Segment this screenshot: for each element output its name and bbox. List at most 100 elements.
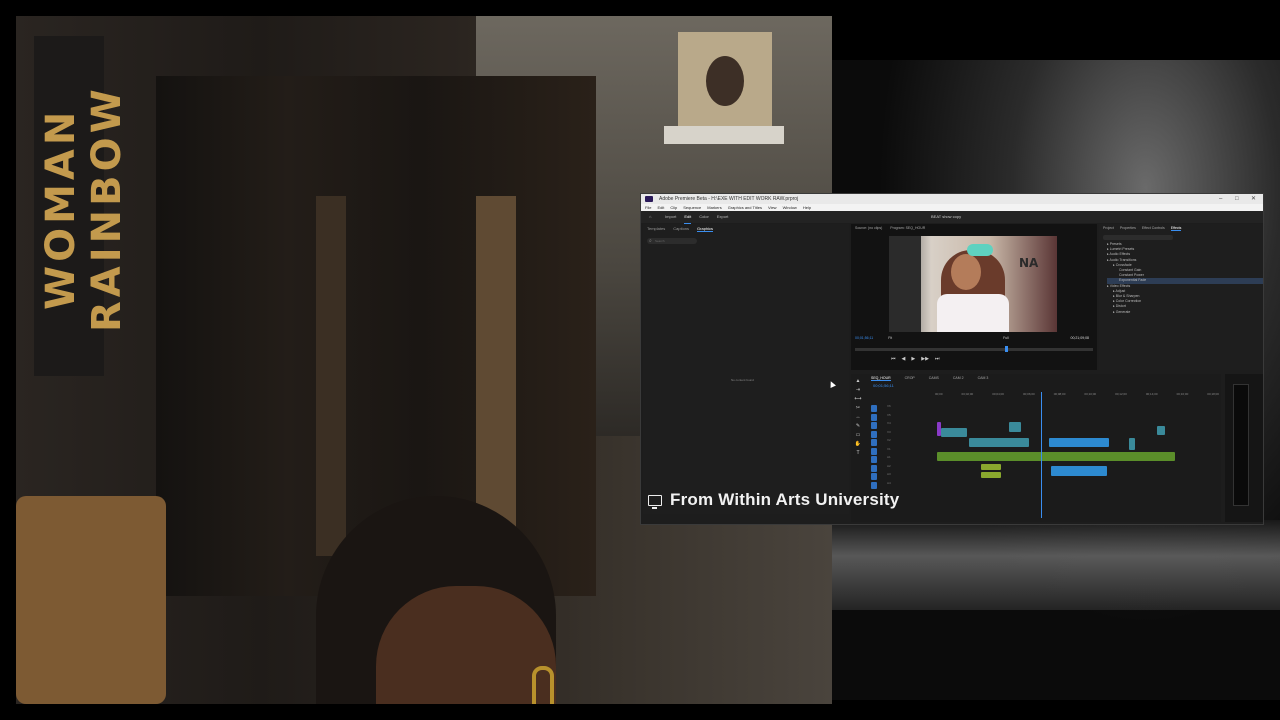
track-target-toggle[interactable] xyxy=(871,464,877,472)
graphics-panel: Templates Captions Graphics ⌕ Search No … xyxy=(643,224,849,514)
step-back-button[interactable]: ◀ xyxy=(902,356,906,362)
tab-crop[interactable]: CROP xyxy=(905,376,915,381)
tab-captions[interactable]: Captions xyxy=(673,226,689,232)
menu-graphics[interactable]: Graphics and Titles xyxy=(728,204,762,211)
track-header[interactable]: A2 xyxy=(869,464,929,473)
timeline-clip[interactable] xyxy=(1129,438,1135,450)
type-tool-icon[interactable]: T xyxy=(856,450,859,456)
track-target-toggle[interactable] xyxy=(871,456,877,463)
menu-help[interactable]: Help xyxy=(803,204,811,211)
effects-tree-item[interactable]: ▸ Generate xyxy=(1107,310,1263,315)
home-icon[interactable]: ⌂ xyxy=(649,211,651,223)
monitor-scrub-bar[interactable] xyxy=(855,346,1093,352)
tab-import[interactable]: Import xyxy=(665,211,676,224)
hand-tool-icon[interactable]: ✋ xyxy=(855,441,861,447)
tab-edit[interactable]: Edit xyxy=(684,211,692,224)
program-video-frame[interactable]: NA xyxy=(889,236,1057,332)
track-header[interactable]: V2 xyxy=(869,438,929,447)
timeline-clip[interactable] xyxy=(1049,438,1109,447)
tab-cams[interactable]: CAMS xyxy=(929,376,939,381)
tab-templates[interactable]: Templates xyxy=(647,226,665,232)
tab-cam-3[interactable]: CAM 3 xyxy=(978,376,989,381)
go-to-out-button[interactable]: ⏭ xyxy=(935,356,940,362)
graphics-search-input[interactable]: ⌕ Search xyxy=(647,238,697,244)
search-icon: ⌕ xyxy=(649,238,652,244)
quality-dropdown[interactable]: Full xyxy=(1003,336,1009,340)
slip-tool-icon[interactable]: ↔ xyxy=(856,414,861,420)
track-target-toggle[interactable] xyxy=(871,473,877,480)
tab-export[interactable]: Export xyxy=(717,211,729,224)
ruler-tick-label: 00;04;00 xyxy=(992,392,1004,396)
fit-dropdown[interactable]: Fit xyxy=(888,336,892,340)
menu-edit[interactable]: Edit xyxy=(657,204,664,211)
time-ruler[interactable]: 00;00 00;02;00 00;04;00 00;06;00 00;08;00 00;… xyxy=(935,392,1219,398)
track-target-toggle[interactable] xyxy=(871,405,877,412)
tab-project[interactable]: Project xyxy=(1103,226,1114,231)
track-header[interactable]: A1 xyxy=(869,455,929,464)
tab-source[interactable]: Source: (no clips) xyxy=(855,226,882,232)
timeline-clip[interactable] xyxy=(937,452,1175,461)
track-target-toggle[interactable] xyxy=(871,413,877,421)
playhead-marker[interactable] xyxy=(1005,346,1008,352)
rectangle-tool-icon[interactable]: ▭ xyxy=(856,432,861,438)
track-target-toggle[interactable] xyxy=(871,447,877,455)
audio-meters xyxy=(1225,374,1263,522)
track-target-toggle[interactable] xyxy=(871,481,877,489)
minimize-button[interactable]: – xyxy=(1219,194,1222,204)
menu-clip[interactable]: Clip xyxy=(670,204,677,211)
program-duration: 00;21;09;08 xyxy=(1070,336,1090,340)
ruler-tick-label: 00;14;00 xyxy=(1145,392,1158,396)
selection-tool-icon[interactable]: ▲ xyxy=(856,378,861,384)
menu-window[interactable]: Window xyxy=(783,204,797,211)
timeline-clip[interactable] xyxy=(1009,422,1021,432)
step-forward-button[interactable]: ▶▶ xyxy=(921,356,929,362)
track-target-toggle[interactable] xyxy=(871,430,877,438)
track-header[interactable]: A4 xyxy=(869,481,929,490)
timeline-clip[interactable] xyxy=(969,438,1029,447)
razor-tool-icon[interactable]: ✂ xyxy=(856,405,860,411)
track-header[interactable]: V5 xyxy=(869,413,929,422)
track-target-toggle[interactable] xyxy=(871,422,877,429)
menu-markers[interactable]: Markers xyxy=(707,204,721,211)
effects-search-input[interactable] xyxy=(1103,235,1173,240)
close-button[interactable]: ✕ xyxy=(1251,194,1256,204)
tab-color[interactable]: Color xyxy=(699,211,709,224)
empty-state-text: No content found xyxy=(731,378,754,382)
tab-effect-controls[interactable]: Effect Controls xyxy=(1142,226,1165,231)
track-header[interactable]: V1 xyxy=(869,447,929,456)
menu-view[interactable]: View xyxy=(768,204,777,211)
tab-properties[interactable]: Properties xyxy=(1120,226,1136,231)
tab-effects[interactable]: Effects xyxy=(1170,226,1182,231)
track-label: V3 xyxy=(887,429,891,434)
track-header[interactable]: V4 xyxy=(869,421,929,430)
pen-tool-icon[interactable]: ✎ xyxy=(856,423,860,429)
go-to-in-button[interactable]: ⏮ xyxy=(891,356,896,362)
ruler-tick-label: 00;06;00 xyxy=(1022,392,1035,396)
ruler-tick-label: 00;02;00 xyxy=(961,392,974,396)
timeline-clip[interactable] xyxy=(1157,426,1165,435)
wall-record-art xyxy=(678,32,772,126)
track-select-tool-icon[interactable]: ⇥ xyxy=(856,387,860,393)
ripple-edit-tool-icon[interactable]: ⟷ xyxy=(854,396,861,402)
tab-cam-2[interactable]: CAM 2 xyxy=(953,376,964,381)
track-target-toggle[interactable] xyxy=(871,439,877,446)
tab-program[interactable]: Program: SEQ_HOUR xyxy=(890,226,925,232)
tab-seq-hour[interactable]: SEQ_HOUR xyxy=(871,376,891,381)
program-timecode[interactable]: 00;01;56;11 xyxy=(855,336,873,340)
track-header[interactable]: A3 xyxy=(869,472,929,481)
timeline-playhead[interactable] xyxy=(1041,392,1042,518)
timeline-clip[interactable] xyxy=(1051,466,1107,476)
play-button[interactable]: ▶ xyxy=(911,356,915,362)
track-header[interactable]: V3 xyxy=(869,430,929,439)
timeline-clip[interactable] xyxy=(981,464,1001,470)
timeline-clip[interactable] xyxy=(981,472,1001,478)
maximize-button[interactable]: □ xyxy=(1235,194,1239,204)
timeline-clip[interactable] xyxy=(941,428,967,437)
premiere-window: Adobe Premiere Beta - H:\EXE WITH EDIT W… xyxy=(640,193,1264,525)
video-sign-text: NA xyxy=(1019,256,1039,270)
menu-file[interactable]: File xyxy=(645,204,651,211)
tab-graphics[interactable]: Graphics xyxy=(697,226,714,232)
track-header[interactable]: V6 xyxy=(869,404,929,413)
menu-sequence[interactable]: Sequence xyxy=(683,204,701,211)
timeline-timecode[interactable]: 00;01;56;11 xyxy=(873,383,894,388)
